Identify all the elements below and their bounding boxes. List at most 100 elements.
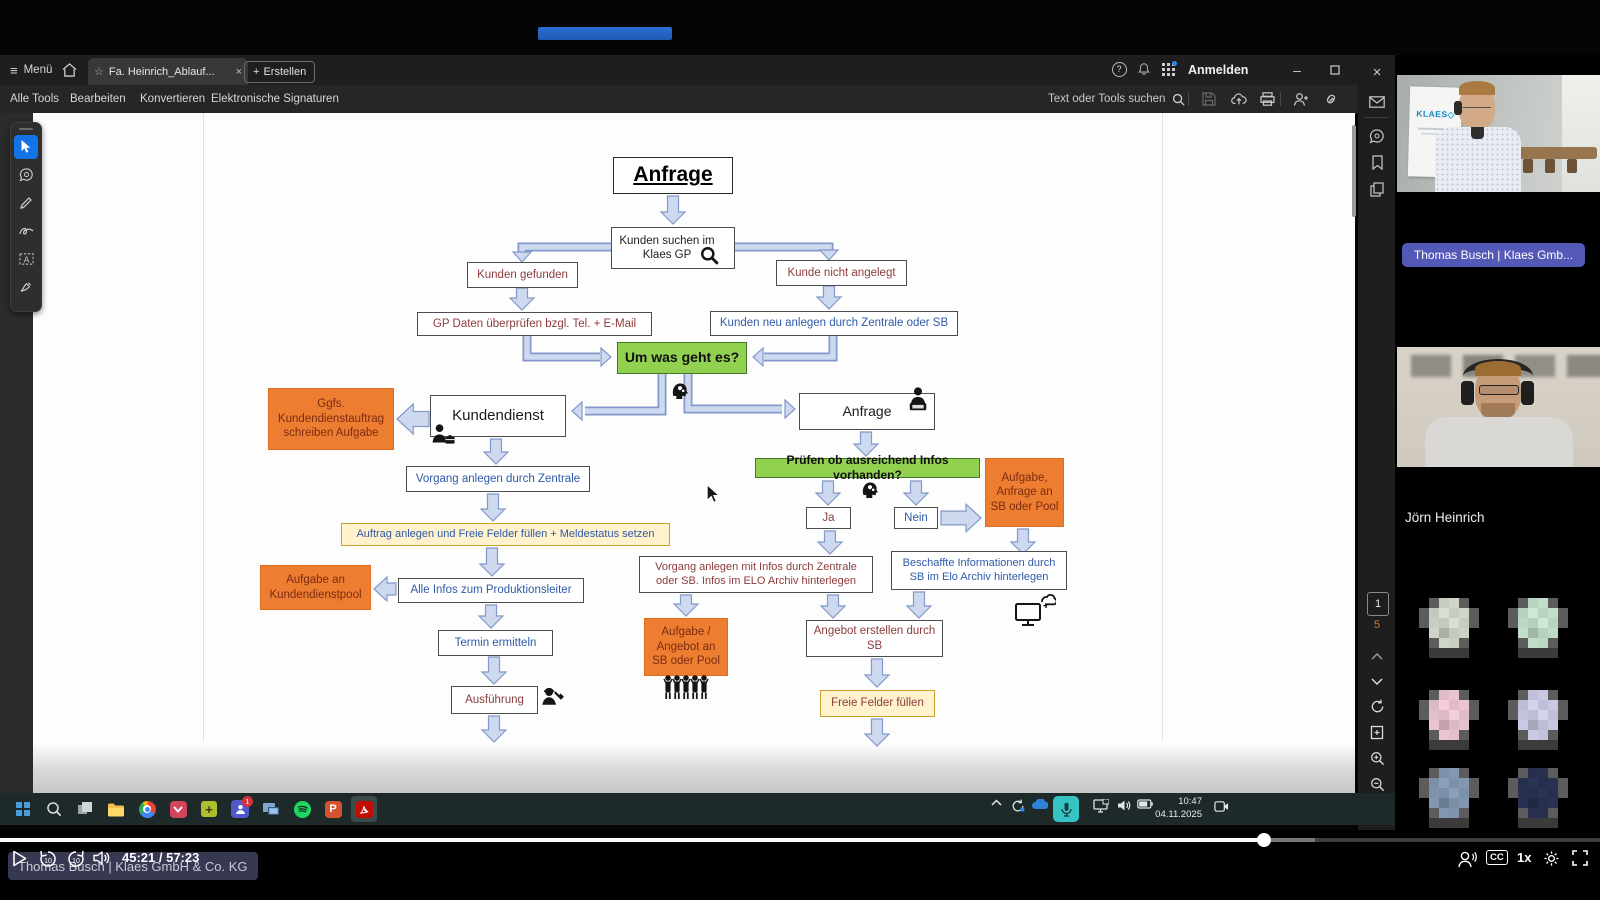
tray-clock[interactable]: 10:47 04.11.2025 (1155, 796, 1202, 822)
menu-bearbeiten[interactable]: Bearbeiten (70, 85, 126, 113)
avatar-pixel (1469, 618, 1479, 628)
avatar-pixel (1429, 818, 1439, 828)
audio-description-button[interactable] (1458, 850, 1477, 868)
vertical-scrollbar[interactable] (1352, 125, 1356, 217)
remote-desktop-button[interactable] (258, 796, 284, 822)
fullscreen-button[interactable] (1572, 850, 1588, 866)
current-page-box[interactable]: 1 (1367, 592, 1389, 616)
participant-avatar[interactable] (1508, 598, 1568, 658)
participant-avatar[interactable] (1419, 768, 1479, 828)
greenshot-icon: + (201, 801, 217, 817)
volume-button[interactable] (93, 850, 111, 866)
draw-tool-button[interactable] (14, 219, 38, 243)
share-person-button[interactable] (1288, 85, 1314, 113)
comments-panel-button[interactable] (1366, 125, 1388, 147)
tab-close-icon[interactable]: × (236, 66, 242, 78)
upload-cloud-button[interactable] (1226, 85, 1252, 113)
select-tool-button[interactable] (14, 135, 38, 159)
forward-10-button[interactable]: 10 (66, 850, 86, 869)
text-box-tool-button[interactable]: A (14, 247, 38, 271)
onedrive-icon[interactable] (1031, 799, 1048, 810)
comment-tool-button[interactable] (14, 163, 38, 187)
tray-expand-chevron[interactable] (991, 799, 1002, 806)
spotify-button[interactable] (289, 796, 315, 822)
avatar-pixel (1548, 628, 1558, 638)
menu-elektronische-signaturen[interactable]: Elektronische Signaturen (211, 85, 339, 113)
remote-desktop-icon (262, 802, 280, 817)
flow-node-neu-anlegen: Kunden neu anlegen durch Zentrale oder S… (710, 311, 958, 336)
rewind-10-button[interactable]: 10 (38, 850, 58, 869)
avatar-pixel (1548, 690, 1558, 700)
teams-badge: 1 (242, 796, 253, 807)
task-view-button[interactable] (72, 796, 98, 822)
gear-icon (1543, 850, 1560, 867)
minimize-button[interactable]: – (1282, 55, 1312, 85)
menu-konvertieren[interactable]: Konvertieren (140, 85, 205, 113)
link-button[interactable] (1318, 85, 1344, 113)
tray-battery-icon[interactable] (1137, 799, 1153, 809)
tab-document[interactable]: ☆ Fa. Heinrich_Ablauf... × (88, 58, 248, 85)
sign-tool-button[interactable] (14, 275, 38, 299)
avatar-pixel (1459, 768, 1469, 778)
help-button[interactable]: ? (1106, 55, 1132, 83)
search-box[interactable]: Text oder Tools suchen (1048, 85, 1185, 113)
playback-speed-button[interactable]: 1x (1517, 850, 1531, 865)
rotate-refresh-button[interactable] (1366, 695, 1388, 717)
menu-alle-tools[interactable]: Alle Tools (10, 85, 59, 113)
previous-page-button[interactable] (1366, 645, 1388, 667)
window-close-secondary[interactable]: × (1366, 61, 1388, 83)
participant-avatar[interactable] (1508, 690, 1568, 750)
next-page-button[interactable] (1366, 670, 1388, 692)
zoom-in-button[interactable] (1366, 747, 1388, 769)
highlight-tool-button[interactable] (14, 191, 38, 215)
tray-volume-icon[interactable] (1117, 799, 1131, 812)
palette-drag-handle[interactable] (19, 128, 33, 130)
teams-button[interactable]: 1 (227, 796, 253, 822)
bookmark-icon (1371, 155, 1384, 170)
greenshot-button[interactable]: + (196, 796, 222, 822)
tray-display-icon[interactable] (1093, 799, 1109, 813)
tray-notification-icon[interactable] (1214, 799, 1229, 814)
progress-track[interactable] (0, 838, 1600, 842)
bookmarks-panel-button[interactable] (1366, 151, 1388, 173)
participant1-video[interactable]: KLAES◇ (1397, 75, 1600, 192)
powerpoint-icon: P (325, 801, 342, 818)
notifications-button[interactable] (1131, 55, 1157, 83)
captions-button[interactable]: CC (1486, 850, 1508, 865)
acrobat-button-active[interactable] (351, 796, 377, 822)
flow-node-pool3: Aufgabe / Angebot an SB oder Pool (644, 618, 728, 676)
file-explorer-button[interactable] (103, 796, 129, 822)
search-placeholder: Text oder Tools suchen (1048, 93, 1165, 105)
maximize-button[interactable] (1320, 55, 1350, 85)
participant-avatar[interactable] (1419, 598, 1479, 658)
save-button[interactable] (1196, 85, 1222, 113)
powerpoint-button[interactable]: P (320, 796, 346, 822)
progress-playhead[interactable] (1257, 833, 1271, 847)
fit-page-button[interactable] (1366, 721, 1388, 743)
avatar-pixel (1429, 598, 1439, 608)
microphone-active-button[interactable] (1053, 796, 1079, 822)
mail-button[interactable] (1366, 91, 1388, 113)
avatar-pixel (1538, 710, 1548, 720)
signin-button[interactable]: Anmelden (1188, 55, 1248, 85)
create-button[interactable]: + Erstellen (244, 61, 315, 83)
tray-sync-icon[interactable] (1011, 799, 1025, 813)
progress-buffered (1264, 838, 1315, 842)
play-button[interactable] (12, 850, 27, 867)
taskbar-search-button[interactable] (41, 796, 67, 822)
chrome-button[interactable] (134, 796, 160, 822)
pages-panel-button[interactable] (1366, 178, 1388, 200)
start-button[interactable] (10, 796, 36, 822)
print-button[interactable] (1254, 85, 1280, 113)
home-button[interactable] (62, 55, 77, 85)
apps-grid-button[interactable] (1155, 55, 1181, 83)
pocket-button[interactable] (165, 796, 191, 822)
settings-button[interactable] (1543, 850, 1560, 867)
participant-avatar[interactable] (1419, 690, 1479, 750)
menu-button[interactable]: ≡ Menü (10, 55, 52, 85)
avatar-pixel (1548, 788, 1558, 798)
participant-avatar[interactable] (1508, 768, 1568, 828)
zoom-out-button[interactable] (1366, 773, 1388, 795)
avatar-pixel (1429, 690, 1439, 700)
participant2-video[interactable] (1397, 347, 1600, 467)
